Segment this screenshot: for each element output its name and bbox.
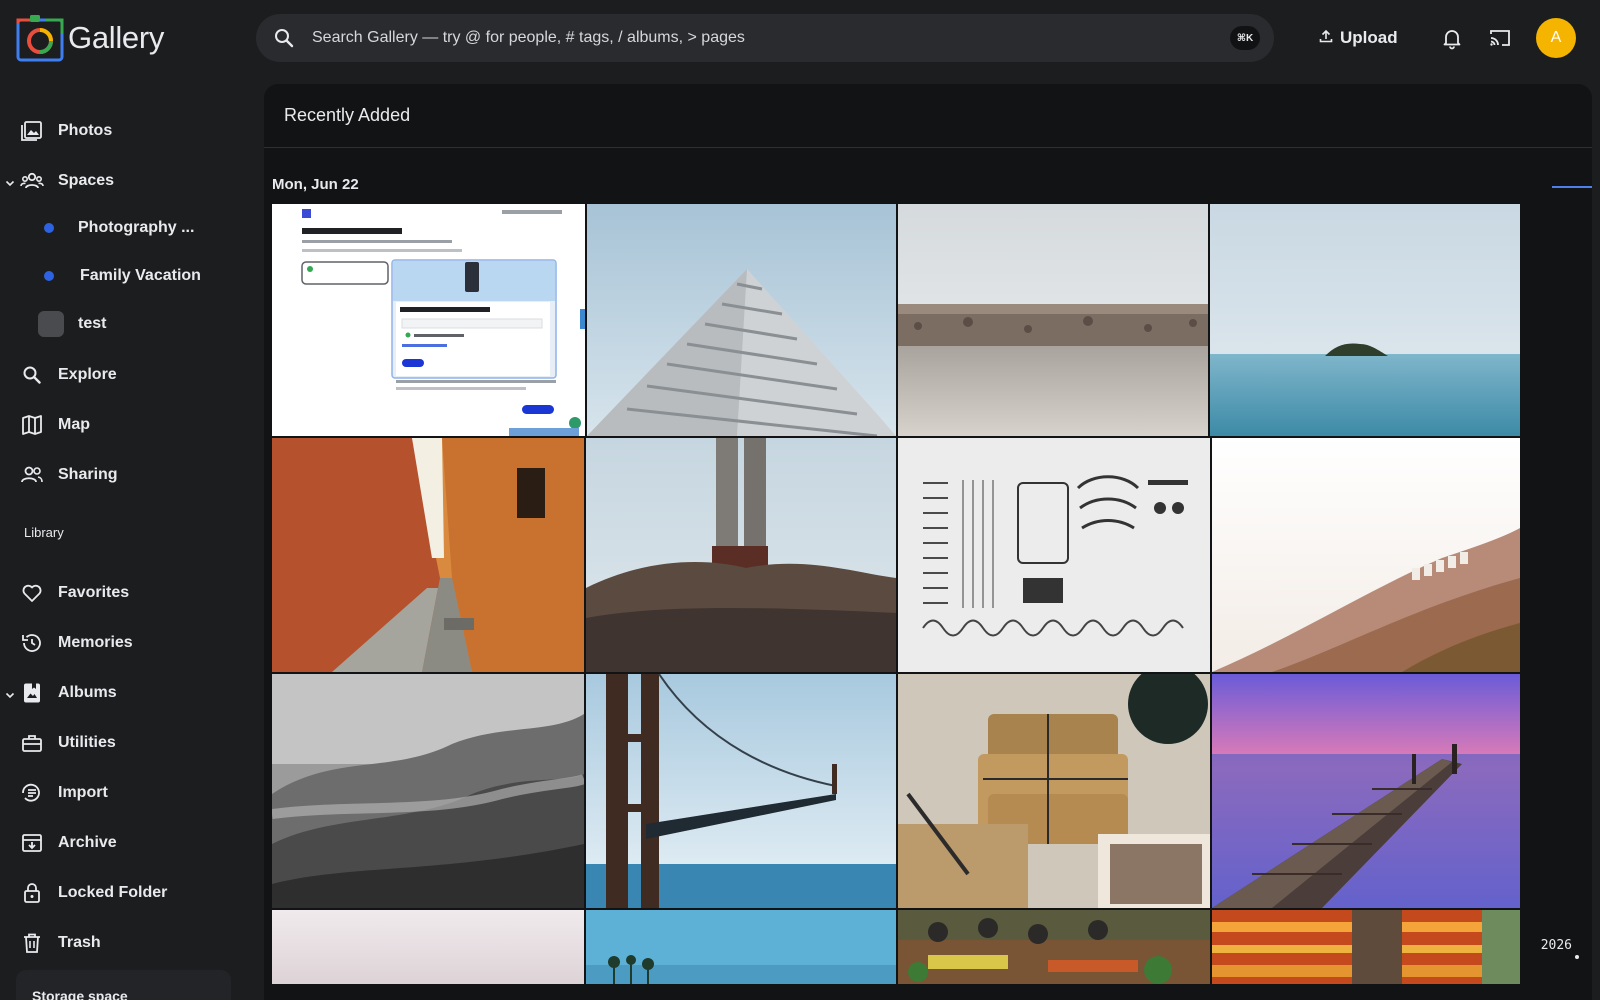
sidebar-item-label: Map [58, 416, 90, 433]
sidebar-item-map[interactable]: Map [20, 409, 90, 441]
space-item-label: test [78, 315, 107, 332]
photos-icon [20, 119, 44, 143]
space-color-dot [44, 271, 54, 281]
photo-thumbnail[interactable] [272, 438, 584, 672]
space-item-family-vacation[interactable]: Family Vacation [44, 260, 201, 292]
lock-icon [20, 881, 44, 905]
photo-thumbnail[interactable] [1212, 438, 1520, 672]
photo-thumbnail[interactable] [272, 674, 584, 908]
date-group-label: Mon, Jun 22 [272, 176, 359, 193]
cast-icon[interactable] [1488, 26, 1512, 50]
spaces-icon [20, 169, 44, 193]
space-item-label: Photography ... [78, 219, 195, 236]
photo-thumbnail[interactable] [586, 674, 896, 908]
sidebar-item-label: Utilities [58, 734, 116, 751]
sidebar-item-label: Explore [58, 366, 117, 383]
storage-space-card[interactable]: Storage space [16, 970, 231, 1000]
photo-thumbnail[interactable] [586, 910, 896, 984]
app-name: Gallery [68, 20, 165, 55]
search-icon [20, 363, 44, 387]
timeline-year-label[interactable]: 2026 [1541, 938, 1572, 953]
sidebar-item-photos[interactable]: Photos [20, 115, 112, 147]
upload-label: Upload [1340, 28, 1398, 47]
user-avatar[interactable]: A [1536, 18, 1576, 58]
space-color-dot [44, 223, 54, 233]
sidebar-item-label: Trash [58, 934, 101, 951]
toolbox-icon [20, 731, 44, 755]
gallery-logo-icon [16, 14, 64, 62]
heart-icon [20, 581, 44, 605]
photo-thumbnail[interactable] [898, 204, 1208, 436]
search-input[interactable] [312, 14, 1212, 62]
space-thumbnail [38, 311, 64, 337]
sidebar-item-import[interactable]: Import [20, 777, 108, 809]
photo-thumbnail[interactable] [587, 204, 896, 436]
page-title: Recently Added [284, 105, 411, 125]
search-bar[interactable]: ⌘K [256, 14, 1274, 62]
timeline-dot [1575, 955, 1579, 959]
sidebar-item-label: Favorites [58, 584, 130, 601]
photo-thumbnail[interactable] [898, 674, 1210, 908]
archive-icon [20, 831, 44, 855]
main-content-panel: Recently Added Mon, Jun 22 2026 [264, 84, 1592, 1000]
app-logo[interactable]: Gallery [16, 14, 164, 62]
album-icon [20, 681, 44, 705]
photo-thumbnail[interactable] [1212, 910, 1520, 984]
history-icon [20, 631, 44, 655]
photo-thumbnail[interactable] [272, 910, 584, 984]
search-shortcut-badge: ⌘K [1230, 26, 1260, 50]
divider [264, 147, 1592, 148]
storage-space-label: Storage space [32, 988, 128, 1000]
sidebar-item-label: Import [58, 784, 108, 801]
sidebar-item-label: Sharing [58, 466, 118, 483]
sidebar-item-label: Archive [58, 834, 117, 851]
space-item-label: Family Vacation [80, 267, 201, 284]
sidebar-item-sharing[interactable]: Sharing [20, 459, 118, 491]
sidebar-item-albums[interactable]: Albums [20, 677, 117, 709]
sidebar-item-label: Photos [58, 122, 113, 139]
sidebar-item-label: Spaces [58, 172, 115, 189]
trash-icon [20, 931, 44, 955]
sidebar-item-archive[interactable]: Archive [20, 827, 117, 859]
upload-button[interactable]: Upload [1318, 22, 1398, 54]
sidebar-item-favorites[interactable]: Favorites [20, 577, 129, 609]
sidebar-item-trash[interactable]: Trash [20, 927, 101, 959]
search-icon [272, 26, 296, 50]
sidebar-item-locked-folder[interactable]: Locked Folder [20, 877, 167, 909]
photo-thumbnail[interactable] [1212, 674, 1520, 908]
photo-thumbnail[interactable] [586, 438, 896, 672]
sidebar-item-label: Memories [58, 634, 133, 651]
sidebar-item-label: Locked Folder [58, 884, 168, 901]
map-icon [20, 413, 44, 437]
chevron-down-icon[interactable] [4, 176, 16, 188]
chevron-down-icon[interactable] [4, 688, 16, 700]
photo-thumbnail[interactable] [898, 438, 1210, 672]
photo-thumbnail[interactable] [1210, 204, 1520, 436]
photo-thumbnail[interactable] [898, 910, 1210, 984]
upload-icon [1318, 28, 1334, 49]
import-icon [20, 781, 44, 805]
sidebar-item-spaces[interactable]: Spaces [20, 165, 114, 197]
bell-icon[interactable] [1440, 26, 1464, 50]
photo-thumbnail[interactable] [272, 204, 585, 436]
sidebar-item-explore[interactable]: Explore [20, 359, 117, 391]
library-section-title: Library [24, 525, 64, 540]
space-item-test[interactable]: test [38, 308, 106, 340]
sharing-icon [20, 463, 44, 487]
space-item-photography[interactable]: Photography ... [44, 212, 194, 244]
sidebar-item-memories[interactable]: Memories [20, 627, 133, 659]
timeline-scroll-marker[interactable] [1552, 186, 1592, 188]
sidebar-item-utilities[interactable]: Utilities [20, 727, 116, 759]
sidebar-item-label: Albums [58, 684, 117, 701]
